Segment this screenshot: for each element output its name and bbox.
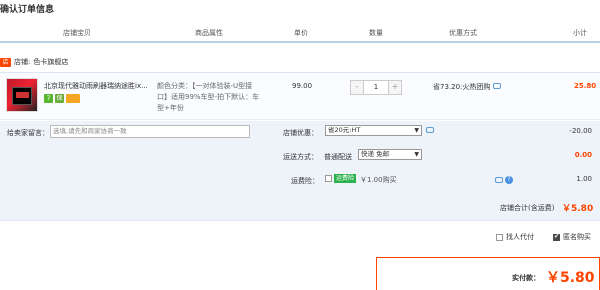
insurance-value: 1.00: [576, 175, 592, 183]
shipping-selected: 快递 免邮: [361, 150, 390, 158]
item-title-link[interactable]: 北京现代雅动雨刷器瑞纳途胜ix...: [44, 81, 152, 91]
col-header-subtotal: 小计: [573, 29, 587, 37]
seller-message-label: 给卖家留言：: [7, 129, 49, 137]
seller-message-input[interactable]: 选填,请先和商家协商一致: [50, 125, 250, 138]
item-attribute-line2: 口】适用99%车型-拍下默认：车: [157, 93, 260, 101]
seven-day-return-icon[interactable]: 7: [44, 94, 53, 103]
item-subtotal: 25.80: [574, 82, 597, 90]
promo-info-icon[interactable]: [492, 83, 501, 89]
item-thumbnail[interactable]: [6, 78, 38, 112]
shop-row: 店 店铺: 色卡旗舰店: [0, 55, 68, 69]
quantity-input[interactable]: 1: [364, 81, 388, 94]
shipping-value: 0.00: [574, 151, 592, 159]
col-header-attributes: 商品属性: [195, 29, 223, 37]
shop-discount-selected: 省20元:HT: [328, 126, 361, 134]
quantity-stepper: - 1 +: [350, 80, 402, 95]
col-header-shop-item: 店铺宝贝: [63, 29, 91, 37]
insurance-tag: 运费险: [334, 174, 356, 183]
shop-total-value: ￥5.80: [562, 204, 594, 214]
shipping-label: 运送方式：: [283, 153, 318, 161]
shipping-type: 普通配送: [324, 153, 352, 161]
item-unit-price: 99.00: [292, 82, 313, 90]
discount-info-icon[interactable]: [426, 127, 434, 133]
help-icon[interactable]: ?: [505, 176, 513, 184]
proxy-pay-option[interactable]: 找人代付: [496, 232, 534, 242]
insurance-checkbox[interactable]: [325, 175, 332, 182]
credit-card-icon[interactable]: [66, 94, 80, 103]
quantity-increment-button[interactable]: +: [388, 81, 401, 94]
payment-label: 实付款：: [512, 274, 540, 282]
shop-total-label: 店铺合计(含运费): [500, 204, 555, 212]
shop-icon: 店: [0, 57, 11, 67]
chevron-down-icon: ▼: [414, 127, 419, 134]
shop-discount-value: -20.00: [569, 127, 592, 135]
payment-value: ￥5.80: [546, 270, 595, 286]
header-divider: [0, 41, 600, 43]
shipping-select[interactable]: 快递 免邮 ▼: [358, 149, 422, 160]
proxy-pay-checkbox[interactable]: [496, 233, 503, 241]
column-headers: 店铺宝贝 商品属性 单价 数量 优惠方式 小计: [0, 27, 600, 41]
order-item-row: [0, 72, 600, 120]
anonymous-checkbox[interactable]: [553, 233, 560, 241]
item-promo: 省73.20:火热团购: [433, 82, 501, 92]
product-image: [12, 87, 32, 105]
quantity-decrement-button[interactable]: -: [351, 81, 364, 94]
col-header-unit-price: 单价: [294, 29, 308, 37]
shop-label: 店铺:: [14, 58, 31, 66]
item-attribute-line1: 颜色分类：【一对体验装-U型接: [157, 82, 253, 90]
chevron-down-icon: ▼: [414, 151, 419, 158]
shop-discount-select[interactable]: 省20元:HT ▼: [325, 125, 422, 136]
proxy-pay-label: 找人代付: [506, 233, 534, 241]
insurance-label: 运费险：: [291, 177, 319, 185]
item-badges: 7 保: [44, 94, 80, 103]
page-title: 确认订单信息: [0, 5, 55, 15]
shop-name-link[interactable]: 色卡旗舰店: [33, 57, 68, 67]
col-header-quantity: 数量: [369, 29, 383, 37]
item-promo-text: 省73.20:火热团购: [433, 83, 491, 91]
shop-discount-label: 店铺优惠：: [283, 129, 318, 137]
guarantee-icon[interactable]: 保: [55, 94, 64, 103]
anonymous-option[interactable]: 匿名购买: [553, 232, 591, 242]
col-header-discount: 优惠方式: [449, 29, 477, 37]
item-attribute-line3: 型+年份: [157, 104, 184, 112]
insurance-price: ￥1.00购买: [360, 176, 397, 184]
insurance-info-icon[interactable]: [495, 177, 503, 183]
anonymous-label: 匿名购买: [563, 233, 591, 241]
